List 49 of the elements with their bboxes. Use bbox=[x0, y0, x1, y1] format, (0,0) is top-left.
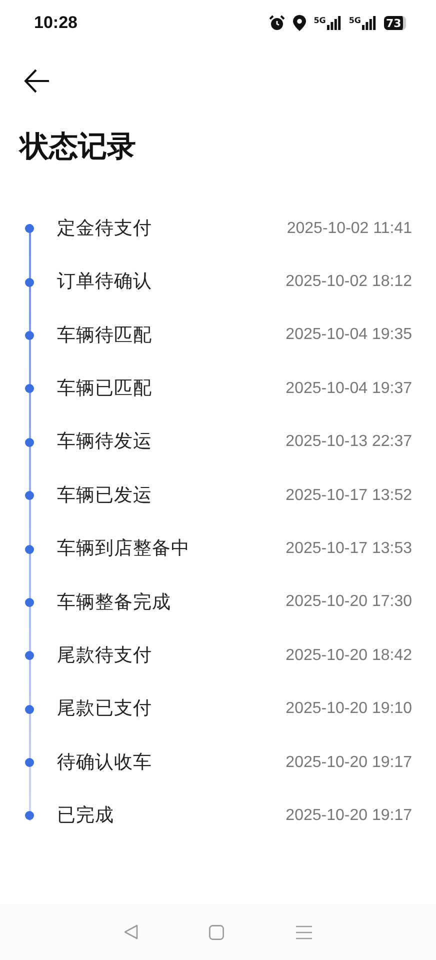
status-label: 尾款待支付 bbox=[57, 644, 152, 668]
timeline-dot bbox=[25, 278, 34, 287]
status-label: 车辆已匹配 bbox=[57, 376, 152, 401]
signal-icon bbox=[362, 16, 376, 30]
timeline-dot bbox=[25, 704, 34, 714]
timeline-dot bbox=[25, 544, 34, 554]
page-title: 状态记录 bbox=[20, 132, 137, 161]
signal-icon bbox=[326, 16, 341, 30]
status-label: 定金待支付 bbox=[57, 216, 152, 241]
status-time: 2025-10-04 19:35 bbox=[286, 325, 412, 346]
status-time: 2025-10-20 17:30 bbox=[286, 592, 412, 612]
timeline-dot bbox=[25, 651, 34, 660]
network-label: 5G bbox=[348, 17, 361, 25]
status-time: 2025-10-20 19:17 bbox=[286, 752, 412, 773]
status-time: 2025-10-04 19:37 bbox=[286, 378, 412, 399]
home-nav-icon[interactable] bbox=[209, 924, 224, 940]
status-time: 10:28 bbox=[34, 12, 78, 34]
status-time: 2025-10-17 13:53 bbox=[286, 539, 412, 560]
back-button[interactable] bbox=[24, 68, 50, 92]
timeline-dot bbox=[25, 598, 34, 607]
status-label: 车辆到店整备中 bbox=[57, 537, 190, 562]
status-time: 2025-10-20 18:42 bbox=[286, 646, 412, 666]
timeline-dot bbox=[25, 384, 34, 394]
alarm-icon bbox=[268, 15, 285, 31]
location-icon bbox=[292, 15, 306, 31]
timeline-dot bbox=[25, 330, 34, 340]
back-nav-icon[interactable] bbox=[124, 924, 138, 940]
status-label: 车辆待匹配 bbox=[57, 324, 152, 348]
status-label: 车辆整备完成 bbox=[57, 590, 171, 615]
status-time: 2025-10-17 13:52 bbox=[286, 486, 412, 506]
timeline-dot bbox=[25, 811, 34, 820]
menu-icon[interactable] bbox=[296, 924, 312, 940]
network-label: 5G bbox=[314, 17, 326, 25]
battery-level: 73 bbox=[385, 18, 402, 28]
status-label: 车辆待发运 bbox=[57, 430, 152, 454]
status-label: 待确认收车 bbox=[57, 750, 152, 775]
status-time: 2025-10-02 11:41 bbox=[286, 218, 412, 239]
status-time: 2025-10-20 19:10 bbox=[286, 699, 412, 720]
status-time: 2025-10-02 18:12 bbox=[286, 272, 412, 292]
status-label: 车辆已发运 bbox=[57, 484, 152, 508]
status-label: 订单待确认 bbox=[57, 270, 152, 294]
status-label: 尾款已支付 bbox=[57, 697, 152, 722]
status-label: 已完成 bbox=[57, 804, 114, 828]
timeline-dot bbox=[25, 758, 34, 768]
timeline-dot bbox=[25, 224, 34, 234]
timeline-dot bbox=[25, 491, 34, 500]
status-time: 2025-10-13 22:37 bbox=[286, 432, 412, 452]
timeline-dot bbox=[25, 438, 34, 447]
status-time: 2025-10-20 19:17 bbox=[286, 806, 412, 826]
